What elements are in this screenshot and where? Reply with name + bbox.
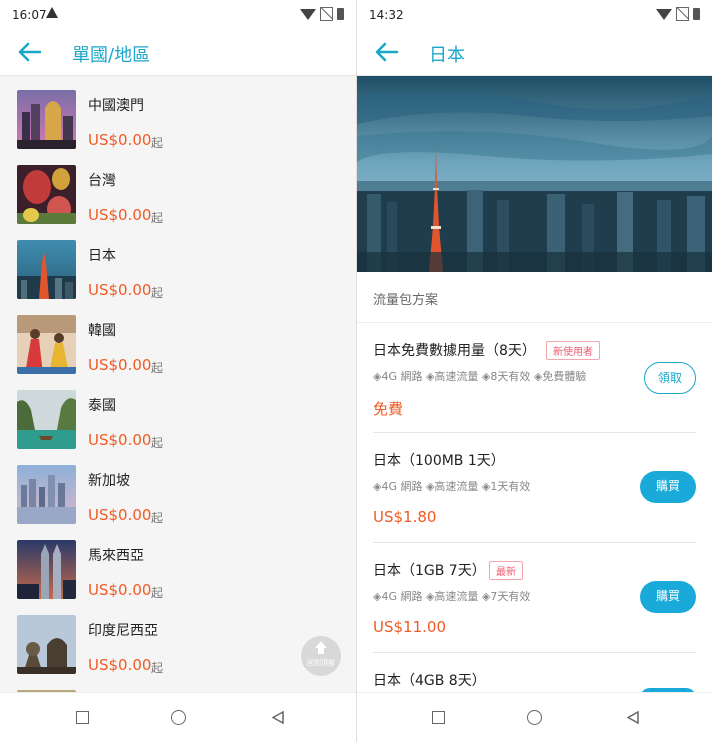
country-thumbnail — [17, 540, 76, 599]
country-name: 泰國 — [88, 398, 116, 414]
status-bar: 14:32 — [357, 0, 712, 30]
country-price: US$0.00 — [88, 506, 152, 524]
japan-detail-screen: 14:32 日本 流量包方案 日本免費數據用量（8天） 新使用者 ◈4G 網路 … — [357, 0, 712, 742]
country-price: US$0.00 — [88, 581, 152, 599]
back-nav-icon[interactable] — [272, 711, 284, 724]
wifi-icon — [656, 8, 672, 20]
divider — [373, 542, 696, 543]
section-title: 流量包方案 — [373, 293, 439, 308]
country-item-taiwan[interactable]: 台灣 US$0.00 起 — [0, 151, 356, 226]
plan-tag: 新使用者 — [546, 341, 600, 360]
country-price: US$0.00 — [88, 656, 152, 674]
country-item-partial[interactable] — [0, 676, 356, 692]
no-sim-icon — [676, 7, 689, 21]
country-name: 新加坡 — [88, 473, 130, 489]
battery-icon — [693, 8, 700, 20]
country-thumbnail — [17, 465, 76, 524]
price-suffix: 起 — [151, 511, 164, 525]
scroll-top-button[interactable]: 回到頂部 — [301, 636, 341, 676]
price-suffix: 起 — [151, 361, 164, 375]
country-item-thailand[interactable]: 泰國 US$0.00 起 — [0, 376, 356, 451]
plan-card: 日本免費數據用量（8天） 新使用者 ◈4G 網路 ◈高速流量 ◈8天有效 ◈免費… — [373, 340, 696, 420]
page-title: 日本 — [429, 45, 465, 66]
country-name: 台灣 — [88, 173, 116, 189]
price-suffix: 起 — [151, 136, 164, 150]
status-bar: 16:07 — [0, 0, 356, 30]
country-name: 日本 — [88, 248, 116, 264]
country-price: US$0.00 — [88, 206, 152, 224]
country-list: 中國澳門 US$0.00 起 台灣 US$0.00 起 日本 US$0.00 起… — [0, 76, 356, 692]
price-suffix: 起 — [151, 436, 164, 450]
country-thumbnail — [17, 315, 76, 374]
warning-icon — [46, 7, 58, 18]
country-item-macau[interactable]: 中國澳門 US$0.00 起 — [0, 76, 356, 151]
app-bar: 單國/地區 — [0, 30, 356, 76]
country-thumbnail — [17, 90, 76, 149]
country-name: 韓國 — [88, 323, 116, 339]
system-nav-bar — [0, 692, 356, 742]
price-suffix: 起 — [151, 286, 164, 300]
plan-card: 日本（1GB 7天） 最新 ◈4G 網路 ◈高速流量 ◈7天有效 US$11.0… — [373, 560, 696, 640]
country-thumbnail — [17, 165, 76, 224]
claim-button[interactable]: 領取 — [644, 362, 696, 394]
back-arrow-icon[interactable] — [18, 41, 42, 63]
battery-icon — [337, 8, 344, 20]
divider — [373, 432, 696, 433]
wifi-icon — [300, 8, 316, 20]
plan-price: US$11.00 — [373, 618, 446, 636]
scroll-top-icon — [315, 641, 327, 648]
plan-card: 日本（100MB 1天） ◈4G 網路 ◈高速流量 ◈1天有效 US$1.80 … — [373, 450, 696, 530]
home-icon[interactable] — [527, 710, 542, 725]
hero-image — [357, 76, 712, 272]
plan-features: ◈4G 網路 ◈高速流量 ◈1天有效 — [373, 480, 531, 493]
plan-name: 日本（100MB 1天） — [373, 453, 505, 469]
app-bar: 日本 — [357, 30, 712, 76]
country-item-singapore[interactable]: 新加坡 US$0.00 起 — [0, 451, 356, 526]
system-nav-bar — [357, 692, 712, 742]
plan-features: ◈4G 網路 ◈高速流量 ◈7天有效 — [373, 590, 531, 603]
plan-name: 日本（4GB 8天） — [373, 673, 486, 689]
divider — [373, 652, 696, 653]
plan-name: 日本免費數據用量（8天） — [373, 343, 536, 359]
price-suffix: 起 — [151, 211, 164, 225]
plan-name: 日本（1GB 7天） — [373, 563, 486, 579]
country-item-japan[interactable]: 日本 US$0.00 起 — [0, 226, 356, 301]
status-time: 14:32 — [369, 8, 404, 22]
country-thumbnail — [17, 615, 76, 674]
country-price: US$0.00 — [88, 356, 152, 374]
home-icon[interactable] — [171, 710, 186, 725]
country-name: 中國澳門 — [88, 98, 144, 114]
region-list-screen: 16:07 單國/地區 中國澳門 US$0.00 起 台灣 US$0.00 起 … — [0, 0, 356, 742]
country-thumbnail — [17, 390, 76, 449]
no-sim-icon — [320, 7, 333, 21]
country-item-malaysia[interactable]: 馬來西亞 US$0.00 起 — [0, 526, 356, 601]
recents-icon[interactable] — [76, 711, 89, 724]
country-item-korea[interactable]: 韓國 US$0.00 起 — [0, 301, 356, 376]
scroll-top-label: 回到頂部 — [307, 659, 335, 667]
country-name: 印度尼西亞 — [88, 623, 158, 639]
price-suffix: 起 — [151, 586, 164, 600]
price-suffix: 起 — [151, 661, 164, 675]
country-price: US$0.00 — [88, 431, 152, 449]
country-price: US$0.00 — [88, 131, 152, 149]
country-thumbnail — [17, 240, 76, 299]
plan-features: ◈4G 網路 ◈高速流量 ◈8天有效 ◈免費體驗 — [373, 370, 587, 383]
plan-price: 免費 — [373, 400, 404, 418]
plan-tag: 最新 — [489, 561, 523, 580]
buy-button[interactable]: 購買 — [640, 581, 696, 613]
back-arrow-icon[interactable] — [375, 41, 399, 63]
country-name: 馬來西亞 — [88, 548, 144, 564]
status-time: 16:07 — [12, 8, 47, 22]
back-nav-icon[interactable] — [627, 711, 639, 724]
country-price: US$0.00 — [88, 281, 152, 299]
divider — [357, 322, 712, 323]
plan-price: US$1.80 — [373, 508, 437, 526]
buy-button[interactable]: 購買 — [640, 471, 696, 503]
recents-icon[interactable] — [432, 711, 445, 724]
page-title: 單國/地區 — [72, 45, 151, 66]
